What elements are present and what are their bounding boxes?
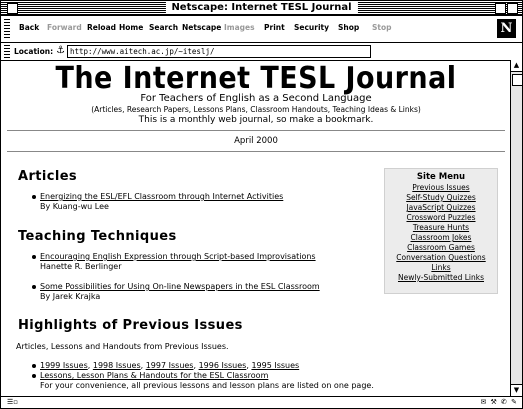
- divider-top: [7, 130, 505, 131]
- back-button[interactable]: Back: [19, 23, 39, 32]
- forward-button[interactable]: Forward: [47, 23, 82, 32]
- location-grip[interactable]: [4, 45, 10, 58]
- collapse-box[interactable]: [507, 3, 518, 14]
- bookmark-note: This is a monthly web journal, so make a…: [138, 115, 374, 125]
- journal-title: The Internet TESL Journal: [55, 61, 457, 96]
- article-author: By Kuang-wu Lee: [40, 202, 109, 211]
- menu-link-classroom-games[interactable]: Classroom Games: [385, 243, 497, 253]
- article-link[interactable]: Encouraging English Expression through S…: [40, 252, 316, 261]
- year-link-1998[interactable]: 1998 Issues: [93, 361, 141, 370]
- images-button[interactable]: Images: [224, 23, 255, 32]
- masthead: The Internet TESL Journal For Teachers o…: [1, 63, 511, 126]
- vertical-scrollbar[interactable]: ▲ ▼: [510, 60, 523, 396]
- status-component-icons[interactable]: ✉ ⚒ ✆ ✎: [480, 397, 518, 408]
- status-icon: ☰▫: [7, 398, 19, 406]
- browser-window: Netscape: Internet TESL Journal Back For…: [0, 0, 523, 409]
- menu-link-classroom-jokes[interactable]: Classroom Jokes: [385, 233, 497, 243]
- page-proxy-icon[interactable]: ⚓: [56, 46, 65, 56]
- menu-link-crossword-puzzles[interactable]: Crossword Puzzles: [385, 213, 497, 223]
- zoom-box[interactable]: [495, 3, 506, 14]
- article-link[interactable]: Some Possibilities for Using On-line New…: [40, 282, 320, 291]
- divider-bottom: [7, 151, 505, 152]
- scroll-up-arrow-icon[interactable]: ▲: [511, 60, 522, 72]
- list-item: Encouraging English Expression through S…: [32, 252, 320, 272]
- window-title: Netscape: Internet TESL Journal: [165, 1, 358, 14]
- netscape-logo: N: [497, 19, 516, 38]
- menu-link-conversation-questions[interactable]: Conversation Questions: [385, 253, 497, 263]
- reload-button[interactable]: Reload: [87, 23, 116, 32]
- title-bar[interactable]: Netscape: Internet TESL Journal: [1, 1, 522, 16]
- menu-link-javascript-quizzes[interactable]: JavaScript Quizzes: [385, 203, 497, 213]
- journal-tagline: (Articles, Research Papers, Lessons Plan…: [91, 105, 421, 114]
- toolbar-grip[interactable]: [4, 19, 10, 39]
- year-link-1995[interactable]: 1995 Issues: [251, 361, 299, 370]
- site-menu: Site Menu Previous Issues Self-Study Qui…: [384, 168, 498, 294]
- page-content: The Internet TESL Journal For Teachers o…: [1, 61, 511, 396]
- search-button[interactable]: Search: [149, 23, 178, 32]
- status-bar: ☰▫ ✉ ⚒ ✆ ✎: [1, 396, 522, 408]
- list-item: Some Possibilities for Using On-line New…: [32, 282, 320, 302]
- site-menu-heading: Site Menu: [416, 172, 466, 182]
- highlights-heading: Highlights of Previous Issues: [18, 318, 243, 333]
- netscape-button[interactable]: Netscape: [182, 23, 221, 32]
- year-link-1997[interactable]: 1997 Issues: [146, 361, 194, 370]
- stop-button[interactable]: Stop: [372, 23, 392, 32]
- article-author: By Jarek Krajka: [40, 292, 101, 301]
- print-button[interactable]: Print: [264, 23, 285, 32]
- shop-button[interactable]: Shop: [338, 23, 359, 32]
- list-item: 1999 Issues, 1998 Issues, 1997 Issues, 1…: [32, 361, 498, 371]
- location-label: Location:: [14, 47, 54, 56]
- navigation-toolbar: Back Forward Reload Home Search Netscape…: [1, 16, 522, 43]
- menu-link-links[interactable]: Links: [385, 263, 497, 273]
- menu-link-newly-submitted-links[interactable]: Newly-Submitted Links: [385, 273, 497, 283]
- articles-section: Articles Energizing the ESL/EFL Classroo…: [18, 169, 283, 212]
- year-link-1999[interactable]: 1999 Issues: [40, 361, 88, 370]
- close-box[interactable]: [7, 3, 18, 14]
- article-author: Hanette R. Berlinger: [40, 262, 122, 271]
- menu-link-previous-issues[interactable]: Previous Issues: [385, 183, 497, 193]
- highlights-section: Highlights of Previous Issues Articles, …: [16, 318, 498, 391]
- teaching-section: Teaching Techniques Encouraging English …: [18, 229, 320, 302]
- issue-date: April 2000: [234, 136, 278, 146]
- scroll-down-arrow-icon[interactable]: ▼: [511, 384, 522, 396]
- highlights-intro: Articles, Lessons and Handouts from Prev…: [16, 342, 229, 351]
- menu-link-treasure-hunts[interactable]: Treasure Hunts: [385, 223, 497, 233]
- home-button[interactable]: Home: [119, 23, 143, 32]
- list-item: Energizing the ESL/EFL Classroom through…: [31, 192, 283, 212]
- article-link[interactable]: Energizing the ESL/EFL Classroom through…: [40, 192, 283, 201]
- articles-heading: Articles: [18, 169, 78, 184]
- lessons-note: For your convenience, all previous lesso…: [40, 381, 374, 390]
- teaching-heading: Teaching Techniques: [18, 229, 177, 244]
- year-link-1996[interactable]: 1996 Issues: [199, 361, 247, 370]
- list-item: Lessons, Lesson Plans & Handouts for the…: [32, 371, 498, 391]
- location-bar: Location: ⚓ http://www.aitech.ac.jp/~ite…: [1, 43, 522, 61]
- scroll-thumb[interactable]: [512, 74, 523, 86]
- url-field[interactable]: http://www.aitech.ac.jp/~iteslj/: [67, 45, 371, 58]
- lessons-link[interactable]: Lessons, Lesson Plans & Handouts for the…: [40, 371, 268, 380]
- menu-link-self-study-quizzes[interactable]: Self-Study Quizzes: [385, 193, 497, 203]
- security-button[interactable]: Security: [294, 23, 329, 32]
